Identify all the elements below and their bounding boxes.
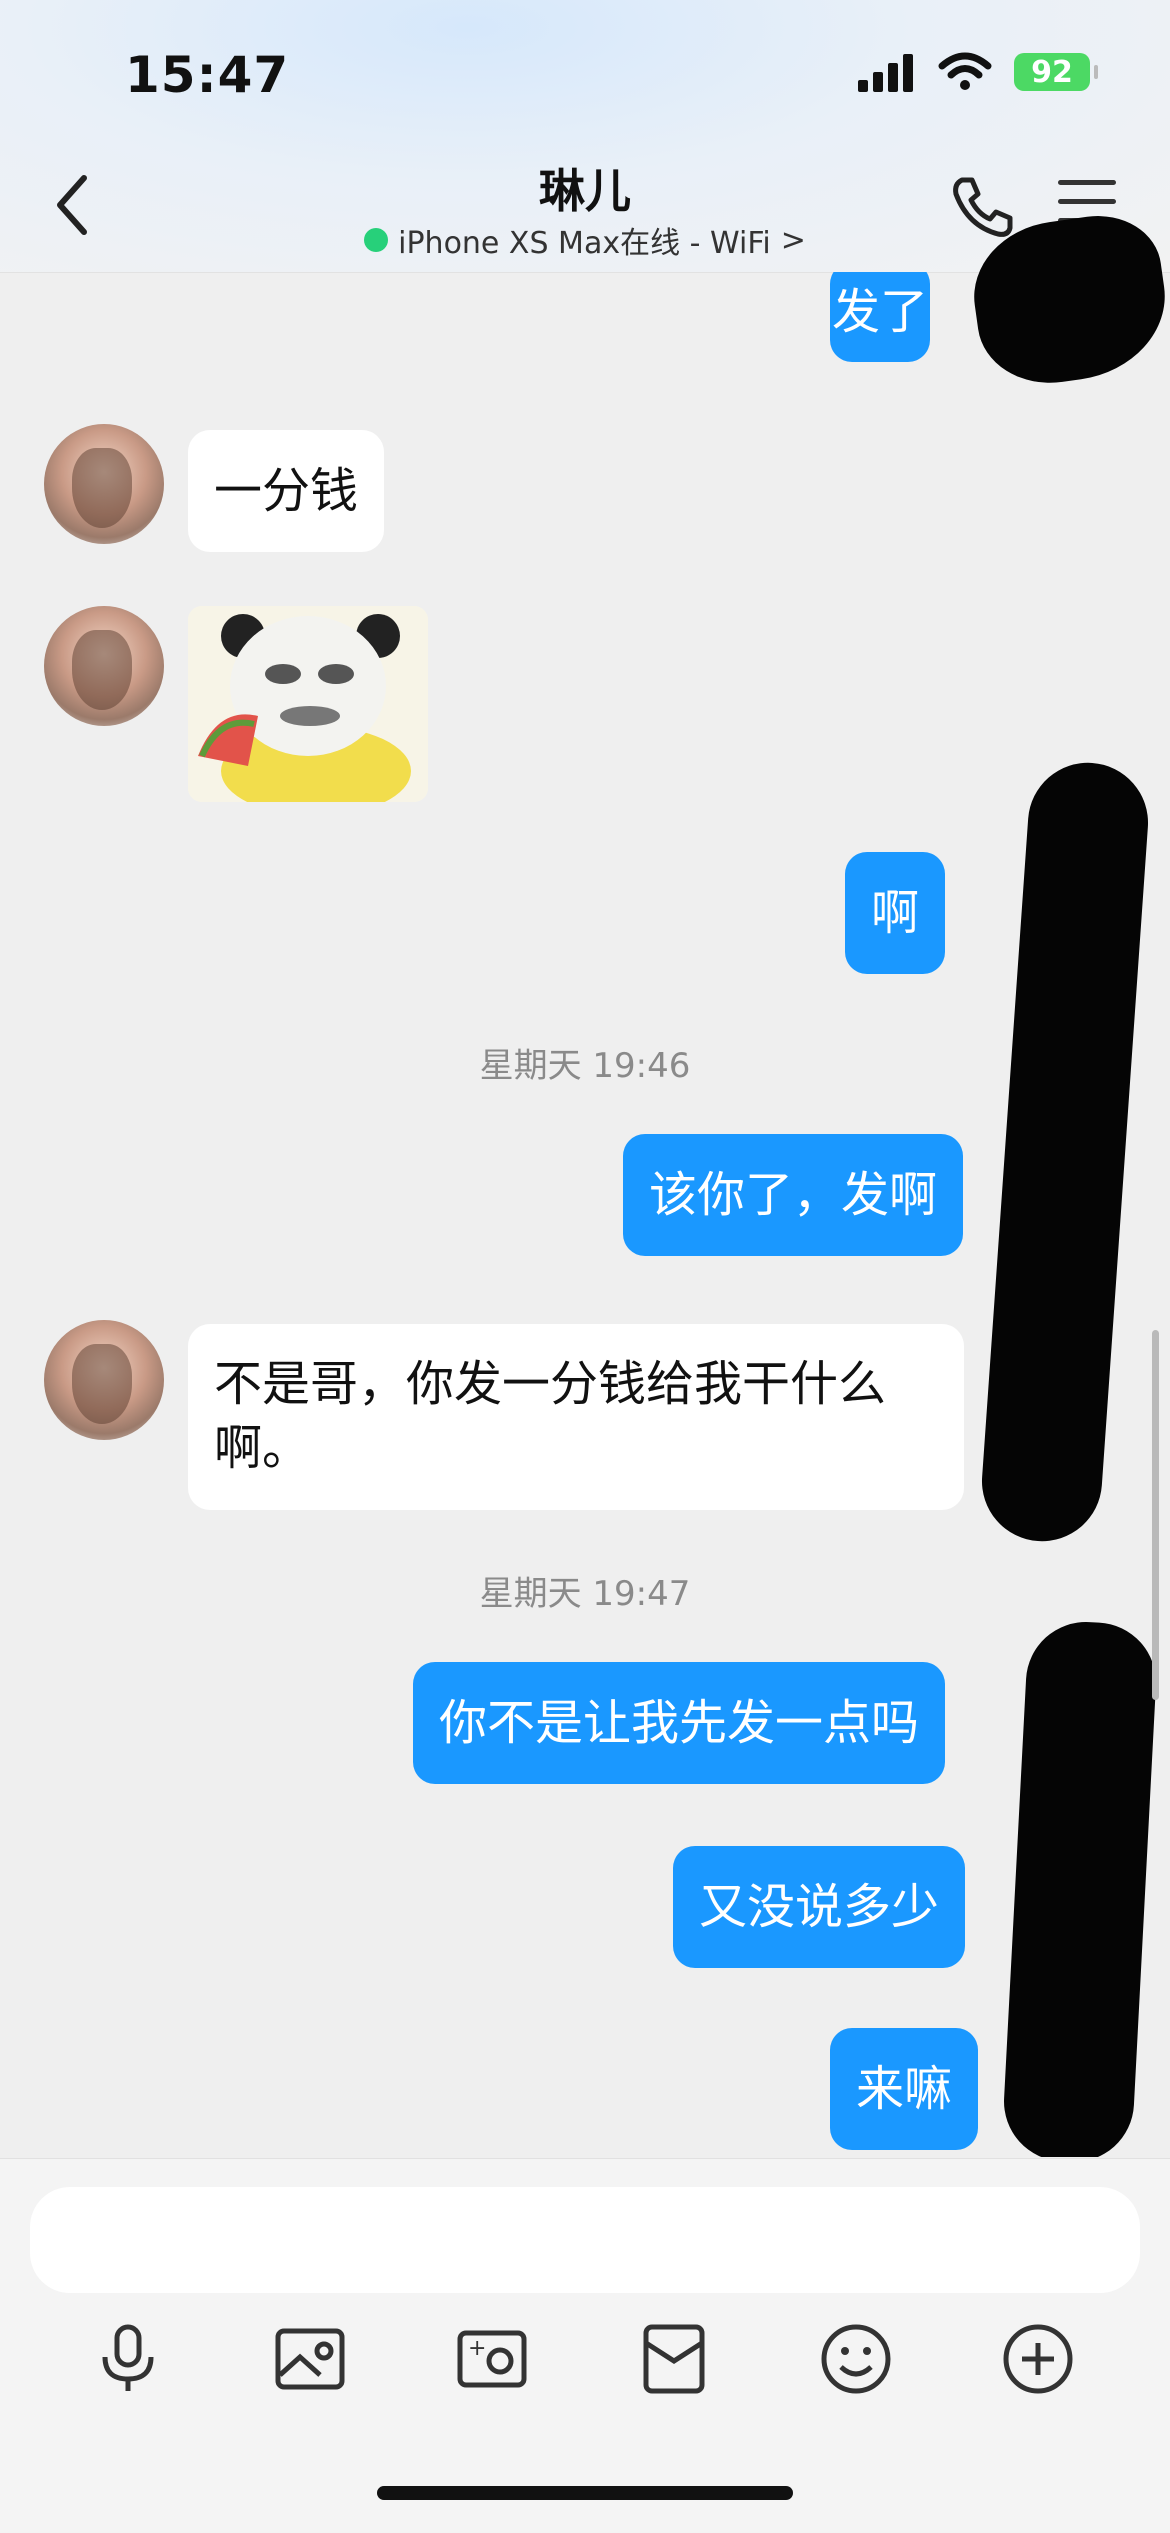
message-timestamp: 星期天 19:46	[479, 1046, 691, 1086]
message-text: 你不是让我先发一点吗	[439, 1695, 920, 1751]
redaction-mark	[1000, 1618, 1160, 2157]
camera-icon[interactable]: +	[452, 2319, 532, 2399]
contact-avatar[interactable]	[44, 1320, 164, 1440]
status-icons: 92	[856, 52, 1098, 92]
redaction-mark	[977, 758, 1153, 1546]
online-indicator	[364, 228, 389, 252]
battery-level: 92	[1031, 54, 1073, 90]
message-outgoing[interactable]: 啊	[845, 852, 946, 974]
signal-icon	[858, 54, 913, 92]
red-packet-icon[interactable]	[634, 2319, 714, 2399]
message-outgoing[interactable]: 发了	[830, 272, 930, 362]
message-input[interactable]	[30, 2187, 1140, 2293]
message-text: 一分钱	[214, 463, 359, 519]
scrollbar[interactable]	[1152, 1330, 1159, 1700]
device-status-text: iPhone XS Max在线 - WiFi	[398, 226, 771, 261]
battery-indicator: 92	[1014, 53, 1098, 91]
emoji-icon[interactable]	[816, 2319, 896, 2399]
message-text: 又没说多少	[699, 1879, 940, 1935]
wifi-icon	[938, 52, 992, 90]
home-indicator[interactable]	[377, 2486, 793, 2500]
status-time: 15:47	[125, 46, 290, 104]
composer-area: +	[0, 2158, 1170, 2533]
message-timestamp: 星期天 19:47	[479, 1574, 691, 1614]
message-incoming[interactable]: 不是哥，你发一分钱给我干什么啊。	[188, 1324, 964, 1510]
message-outgoing[interactable]: 来嘛	[830, 2028, 979, 2150]
chevron-right-icon: >	[780, 222, 806, 258]
plus-icon[interactable]	[998, 2319, 1078, 2399]
phone-icon[interactable]	[948, 172, 1018, 242]
message-text: 来嘛	[856, 2061, 953, 2117]
svg-text:+: +	[468, 2336, 486, 2361]
panda-meme-sticker	[188, 606, 428, 802]
message-list[interactable]: 发了 一分钱 啊 星期天 19:46 该你了，发啊 不是哥，你发一分钱给我干什么…	[0, 272, 1170, 2157]
composer-toolbar: +	[0, 2319, 1170, 2419]
message-text: 该你了，发啊	[649, 1167, 938, 1223]
message-incoming[interactable]: 一分钱	[188, 430, 385, 552]
message-outgoing[interactable]: 该你了，发啊	[623, 1134, 964, 1256]
contact-avatar[interactable]	[44, 424, 164, 544]
message-outgoing[interactable]: 你不是让我先发一点吗	[413, 1662, 946, 1784]
message-text: 啊	[871, 885, 920, 941]
message-text: 发了	[831, 284, 928, 340]
message-outgoing[interactable]: 又没说多少	[673, 1846, 966, 1968]
microphone-icon[interactable]	[88, 2319, 168, 2399]
image-icon[interactable]	[270, 2319, 350, 2399]
contact-avatar[interactable]	[44, 606, 164, 726]
message-text: 不是哥，你发一分钱给我干什么啊。	[214, 1356, 887, 1476]
sticker-message[interactable]	[188, 606, 428, 802]
